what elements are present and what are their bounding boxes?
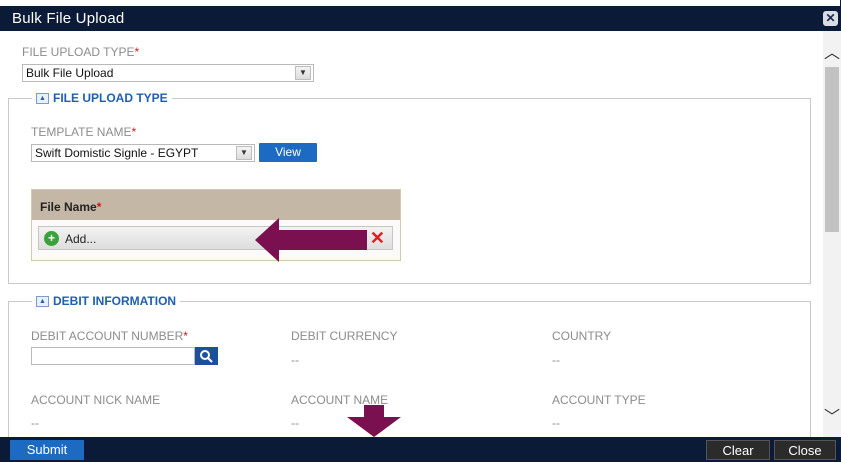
down-arrow-annotation-icon (347, 405, 401, 437)
bulk-file-upload-dialog: Bulk File Upload ✕ FILE UPLOAD TYPE* Bul… (0, 0, 841, 462)
submit-button[interactable]: Submit (10, 440, 84, 460)
dialog-title: Bulk File Upload (12, 10, 125, 27)
debit-information-legend[interactable]: ▲ DEBIT INFORMATION (32, 294, 181, 308)
chevron-down-icon: ▼ (295, 66, 311, 80)
debit-account-number-input[interactable] (31, 347, 195, 365)
clear-button[interactable]: Clear (706, 440, 770, 460)
close-button[interactable]: Close (774, 440, 836, 460)
country-label: COUNTRY (552, 329, 612, 343)
chevron-down-icon: ▼ (236, 146, 252, 160)
file-upload-legend[interactable]: ▲ FILE UPLOAD TYPE (32, 91, 172, 105)
file-upload-type-select[interactable]: Bulk File Upload ▼ (22, 64, 314, 82)
add-file-button[interactable]: Add... (65, 232, 96, 246)
close-icon[interactable]: ✕ (823, 11, 838, 26)
remove-icon[interactable]: ✕ (370, 228, 385, 249)
scrollbar-thumb[interactable] (825, 67, 839, 232)
file-name-header: File Name* (32, 190, 400, 220)
scroll-up-icon[interactable]: ︿ (823, 39, 841, 62)
account-type-value: -- (552, 416, 560, 430)
template-name-value: Swift Domistic Signle - EGYPT (35, 146, 199, 160)
file-upload-type-value: Bulk File Upload (26, 66, 114, 80)
account-name-value: -- (291, 416, 299, 430)
account-type-label: ACCOUNT TYPE (552, 393, 646, 407)
search-button[interactable] (195, 347, 218, 365)
debit-information-legend-text: DEBIT INFORMATION (53, 294, 177, 308)
account-nick-name-label: ACCOUNT NICK NAME (31, 393, 161, 407)
account-nick-name-value: -- (31, 416, 39, 430)
search-icon (200, 350, 213, 363)
debit-currency-label: DEBIT CURRENCY (291, 329, 398, 343)
template-name-select[interactable]: Swift Domistic Signle - EGYPT ▼ (31, 144, 255, 162)
dialog-footer: Submit Clear Close (0, 437, 841, 462)
collapse-toggle-icon[interactable]: ▲ (36, 92, 49, 104)
file-upload-legend-text: FILE UPLOAD TYPE (53, 91, 168, 105)
file-upload-type-label: FILE UPLOAD TYPE* (22, 45, 140, 59)
scroll-down-icon[interactable]: ﹀ (823, 403, 841, 426)
view-button[interactable]: View (259, 143, 317, 162)
dialog-content: FILE UPLOAD TYPE* Bulk File Upload ▼ ▲ F… (8, 31, 823, 437)
dialog-titlebar: Bulk File Upload ✕ (0, 6, 841, 31)
collapse-toggle-icon[interactable]: ▲ (36, 295, 49, 307)
country-value: -- (552, 353, 560, 367)
template-name-label: TEMPLATE NAME* (31, 125, 137, 139)
add-icon[interactable]: + (44, 231, 59, 246)
vertical-scrollbar[interactable]: ︿ ﹀ (823, 31, 841, 437)
left-arrow-annotation-icon (255, 218, 367, 262)
debit-currency-value: -- (291, 353, 299, 367)
debit-information-fieldset (8, 301, 811, 437)
debit-account-number-label: DEBIT ACCOUNT NUMBER* (31, 329, 188, 343)
